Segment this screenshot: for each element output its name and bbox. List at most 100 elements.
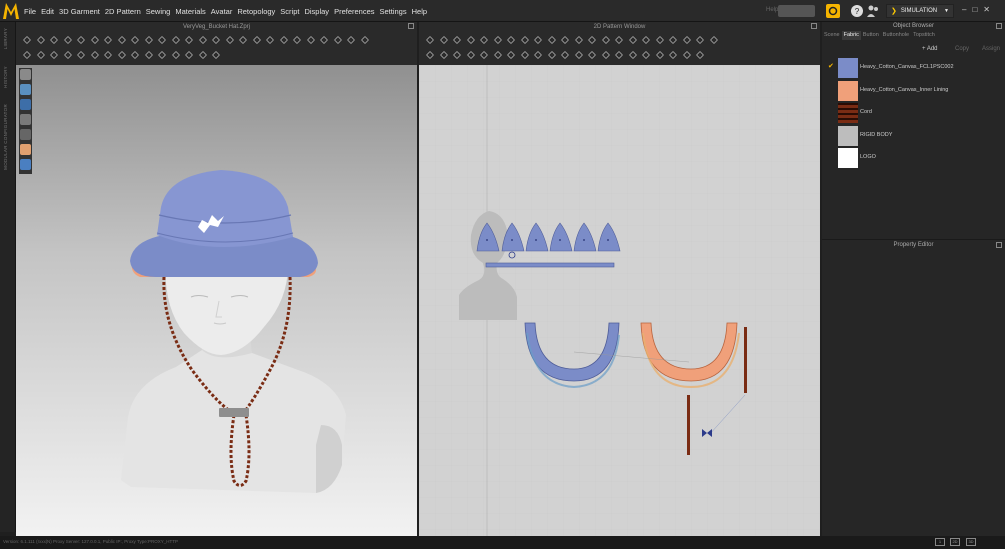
menu-item-display[interactable]: Display [304,7,329,16]
tool-icon[interactable] [493,35,503,45]
fabric-list-item[interactable]: LOGO [822,147,1005,169]
tool-icon[interactable] [574,50,584,60]
tool-icon[interactable] [479,50,489,60]
tool-icon[interactable] [655,35,665,45]
camera-rotate-icon[interactable] [826,4,840,18]
tool-icon[interactable] [76,35,86,45]
simulation-button[interactable]: ❯ SIMULATION ▼ [886,4,954,18]
menu-item-materials[interactable]: Materials [175,7,205,16]
tool-icon[interactable] [292,35,302,45]
tool-icon[interactable] [157,35,167,45]
tool-icon[interactable] [360,35,370,45]
tool-icon[interactable] [452,35,462,45]
view-2d-button[interactable]: 2D [950,538,960,546]
assign-button[interactable]: Assign [982,46,1000,52]
copy-button[interactable]: Copy [955,46,969,52]
tool-icon[interactable] [36,35,46,45]
tool-icon[interactable] [668,50,678,60]
tool-icon[interactable] [682,50,692,60]
add-button[interactable]: + Add [922,46,938,52]
tool-icon[interactable] [211,50,221,60]
tool-icon[interactable] [695,50,705,60]
tool-icon[interactable] [439,50,449,60]
menu-item-edit[interactable]: Edit [41,7,54,16]
tool-icon[interactable] [709,35,719,45]
tool-icon[interactable] [76,50,86,60]
tool-icon[interactable] [587,35,597,45]
tab-modular-configurator[interactable]: MODULAR CONFIGURATOR [3,104,8,170]
tool-icon[interactable] [103,50,113,60]
tab-buttonhole[interactable]: Buttonhole [881,31,911,40]
tool-icon[interactable] [533,50,543,60]
tool-icon[interactable] [157,50,167,60]
tool-icon[interactable] [36,50,46,60]
tool-icon[interactable] [130,50,140,60]
tool-icon[interactable] [346,35,356,45]
band-pattern-piece[interactable] [485,262,615,268]
maximize-button[interactable]: □ [972,5,977,14]
tool-icon[interactable] [171,35,181,45]
cord-pattern-piece-2[interactable] [687,395,690,455]
tool-icon[interactable] [655,50,665,60]
tool-icon[interactable] [252,35,262,45]
dropdown-arrow-icon[interactable]: ▼ [944,8,949,14]
fabric-list-item[interactable]: Cord [822,102,1005,124]
tool-icon[interactable] [211,35,221,45]
tab-history[interactable]: HISTORY [3,66,8,88]
tool-icon[interactable] [520,50,530,60]
tool-icon[interactable] [184,50,194,60]
menu-item-avatar[interactable]: Avatar [211,7,233,16]
tool-icon[interactable] [198,50,208,60]
tool-icon[interactable] [668,35,678,45]
tool-icon[interactable] [130,35,140,45]
tool-icon[interactable] [22,35,32,45]
detach-property-icon[interactable] [996,242,1002,248]
tool-icon[interactable] [479,35,489,45]
tool-icon[interactable] [63,35,73,45]
tab-scene[interactable]: Scene [822,31,842,40]
tool-icon[interactable] [425,50,435,60]
tool-icon[interactable] [601,35,611,45]
tool-icon[interactable] [628,35,638,45]
tool-icon[interactable] [695,35,705,45]
menu-item-script[interactable]: Script [280,7,299,16]
tool-icon[interactable] [319,35,329,45]
menu-item-settings[interactable]: Settings [380,7,407,16]
detach-window-icon[interactable] [408,23,414,29]
fabric-swatch[interactable] [838,125,858,146]
tool-icon[interactable] [452,50,462,60]
cord-pattern-piece[interactable] [744,327,747,393]
tool-icon[interactable] [90,50,100,60]
tool-icon[interactable] [49,50,59,60]
tool-icon[interactable] [520,35,530,45]
tab-library[interactable]: LIBRARY [3,28,8,49]
tool-icon[interactable] [439,35,449,45]
help-search-input[interactable] [778,5,815,17]
tool-icon[interactable] [198,35,208,45]
tool-icon[interactable] [144,50,154,60]
help-icon[interactable]: ? [850,4,864,18]
tool-icon[interactable] [641,50,651,60]
tool-icon[interactable] [333,35,343,45]
menu-item-3d-garment[interactable]: 3D Garment [59,7,100,16]
detach-panel-icon[interactable] [996,23,1002,29]
menu-item-help[interactable]: Help [412,7,427,16]
tool-icon[interactable] [506,50,516,60]
menu-item-file[interactable]: File [24,7,36,16]
menu-item-preferences[interactable]: Preferences [334,7,374,16]
tool-icon[interactable] [587,50,597,60]
fabric-swatch[interactable] [838,58,858,78]
fabric-swatch[interactable] [838,80,858,101]
tool-icon[interactable] [560,50,570,60]
tool-icon[interactable] [682,35,692,45]
tool-icon[interactable] [184,35,194,45]
tool-icon[interactable] [533,35,543,45]
avatar-icon[interactable] [866,4,880,18]
tab-topstitch[interactable]: Topstitch [911,31,937,40]
tool-icon[interactable] [279,35,289,45]
tool-icon[interactable] [466,50,476,60]
tool-icon[interactable] [306,35,316,45]
fabric-list-item[interactable]: RIGID BODY [822,125,1005,147]
tool-icon[interactable] [614,50,624,60]
tool-icon[interactable] [144,35,154,45]
